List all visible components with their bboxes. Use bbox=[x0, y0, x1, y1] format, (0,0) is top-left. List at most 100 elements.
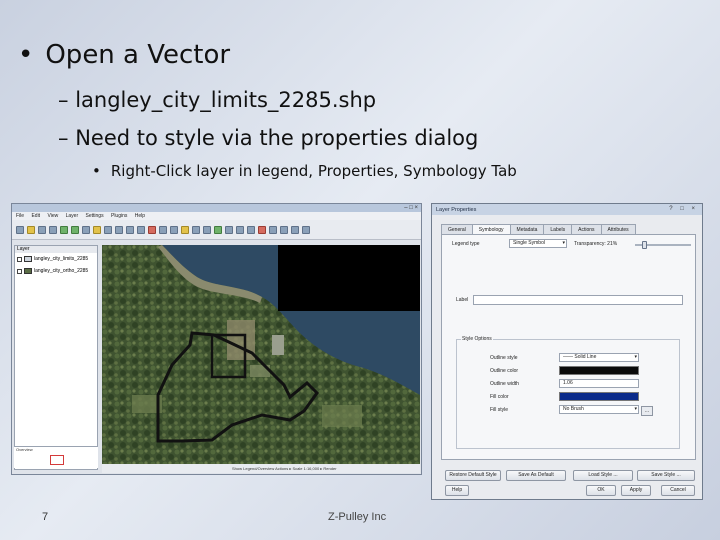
fill-color-label: Fill color bbox=[490, 394, 509, 400]
chevron-down-icon: ▾ bbox=[562, 240, 565, 246]
style-options-label: Style Options bbox=[461, 336, 493, 342]
overview-extent-box bbox=[50, 455, 64, 465]
bullet-level1: • Open a Vector bbox=[18, 40, 230, 70]
overview-header: Overview bbox=[16, 447, 33, 452]
edit-icon[interactable] bbox=[214, 225, 222, 234]
window-controls-icon[interactable]: ? □ × bbox=[669, 204, 698, 215]
map-tips-icon[interactable] bbox=[181, 225, 189, 234]
transparency-label: Transparency: 21% bbox=[574, 241, 618, 247]
tab-general[interactable]: General bbox=[441, 224, 473, 234]
bullet-level2: – Need to style via the properties dialo… bbox=[58, 126, 478, 150]
transparency-slider[interactable] bbox=[635, 241, 691, 249]
slider-handle[interactable] bbox=[642, 241, 647, 249]
restore-default-style-button[interactable]: Restore Default Style bbox=[445, 470, 501, 481]
fill-color-button[interactable] bbox=[559, 392, 639, 401]
menu-settings[interactable]: Settings bbox=[86, 213, 104, 219]
delete-icon[interactable] bbox=[258, 225, 266, 234]
legend-header: Layer bbox=[15, 246, 97, 253]
slide-footer: Z-Pulley Inc bbox=[328, 511, 387, 523]
layer-label: langley_city_limits_2285 bbox=[34, 256, 89, 262]
layer-visibility-checkbox[interactable] bbox=[17, 256, 22, 262]
fill-style-label: Fill style bbox=[490, 407, 509, 413]
capture-line-icon[interactable] bbox=[236, 225, 244, 234]
tab-labels[interactable]: Labels bbox=[543, 224, 573, 234]
outline-color-label: Outline color bbox=[490, 368, 519, 374]
print-icon[interactable] bbox=[49, 225, 57, 234]
outline-style-select[interactable]: —— Solid Line ▾ bbox=[559, 353, 639, 362]
add-raster-icon[interactable] bbox=[71, 225, 79, 234]
menu-view[interactable]: View bbox=[47, 213, 58, 219]
bullet-text: Need to style via the properties dialog bbox=[75, 126, 479, 150]
zoom-out-icon[interactable] bbox=[115, 225, 123, 234]
load-style-button[interactable]: Load Style ... bbox=[573, 470, 633, 481]
chevron-down-icon: ▾ bbox=[634, 406, 637, 412]
zoom-layer-icon[interactable] bbox=[137, 225, 145, 234]
bookmark-icon[interactable] bbox=[192, 225, 200, 234]
tab-actions[interactable]: Actions bbox=[571, 224, 602, 234]
bullet-text: Open a Vector bbox=[45, 40, 231, 70]
save-style-button[interactable]: Save Style ... bbox=[637, 470, 695, 481]
capture-point-icon[interactable] bbox=[225, 225, 233, 234]
label-input[interactable] bbox=[473, 295, 683, 305]
dialog-title: Layer Properties bbox=[436, 206, 477, 213]
menu-file[interactable]: File bbox=[16, 213, 24, 219]
tab-metadata[interactable]: Metadata bbox=[509, 224, 545, 234]
measure-icon[interactable] bbox=[170, 225, 178, 234]
fill-style-more-button[interactable]: ... bbox=[641, 406, 653, 416]
add-layer-icon[interactable] bbox=[82, 225, 90, 234]
bullet-text: langley_city_limits_2285.shp bbox=[75, 88, 377, 112]
fill-style-select[interactable]: No Brush ▾ bbox=[559, 405, 639, 414]
ok-button[interactable]: OK bbox=[586, 485, 616, 496]
help-button[interactable]: Help bbox=[445, 485, 469, 496]
legend-type-select[interactable]: Single Symbol ▾ bbox=[509, 239, 567, 248]
zoom-full-icon[interactable] bbox=[126, 225, 134, 234]
pan-icon[interactable] bbox=[93, 225, 101, 234]
menu-help[interactable]: Help bbox=[135, 213, 145, 219]
chevron-down-icon: ▾ bbox=[634, 354, 637, 360]
outline-width-spinbox[interactable]: 1.06 bbox=[559, 379, 639, 388]
legend-layer-city-limits[interactable]: langley_city_limits_2285 bbox=[15, 253, 97, 265]
add-vector-icon[interactable] bbox=[60, 225, 68, 234]
layer-symbol-swatch bbox=[24, 268, 32, 274]
paste-icon[interactable] bbox=[291, 225, 299, 234]
tab-symbology[interactable]: Symbology bbox=[471, 224, 511, 234]
outline-color-button[interactable] bbox=[559, 366, 639, 375]
bullet-dash: – bbox=[58, 126, 69, 150]
menu-plugins[interactable]: Plugins bbox=[111, 213, 127, 219]
menu-layer[interactable]: Layer bbox=[66, 213, 79, 219]
window-controls-icon[interactable]: – □ × bbox=[404, 204, 418, 212]
cancel-button[interactable]: Cancel bbox=[661, 485, 695, 496]
menu-edit[interactable]: Edit bbox=[31, 213, 40, 219]
apply-button[interactable]: Apply bbox=[621, 485, 651, 496]
save-project-icon[interactable] bbox=[38, 225, 46, 234]
bullet-level2: – langley_city_limits_2285.shp bbox=[58, 88, 376, 112]
layer-symbol-swatch bbox=[24, 256, 32, 262]
new-project-icon[interactable] bbox=[16, 225, 24, 234]
legend-layer-ortho[interactable]: langley_city_ortho_2285 bbox=[15, 265, 97, 277]
label-field-label: Label bbox=[456, 297, 469, 303]
qgis-window: – □ × File Edit View Layer Settings Plug… bbox=[11, 203, 422, 475]
legend-header-label: Layer bbox=[17, 246, 30, 252]
outline-style-label: Outline style bbox=[490, 355, 518, 361]
select-icon[interactable] bbox=[159, 225, 167, 234]
open-project-icon[interactable] bbox=[27, 225, 35, 234]
dialog-titlebar: Layer Properties ? □ × bbox=[432, 204, 702, 215]
save-as-default-button[interactable]: Save As Default bbox=[506, 470, 566, 481]
layer-label: langley_city_ortho_2285 bbox=[34, 268, 89, 274]
outline-width-label: Outline width bbox=[490, 381, 519, 387]
zoom-in-icon[interactable] bbox=[104, 225, 112, 234]
bullet-dot: • bbox=[92, 162, 101, 180]
identify-icon[interactable] bbox=[148, 225, 156, 234]
tab-attributes[interactable]: Attributes bbox=[600, 224, 636, 234]
capture-polygon-icon[interactable] bbox=[247, 225, 255, 234]
fill-style-value: No Brush bbox=[563, 406, 584, 412]
bullet-text: Right-Click layer in legend, Properties,… bbox=[110, 162, 517, 180]
help-icon[interactable] bbox=[302, 225, 310, 234]
layer-visibility-checkbox[interactable] bbox=[17, 268, 22, 274]
refresh-icon[interactable] bbox=[203, 225, 211, 234]
symbology-panel: Legend type Single Symbol ▾ Transparency:… bbox=[441, 234, 696, 460]
cut-icon[interactable] bbox=[269, 225, 277, 234]
map-canvas[interactable] bbox=[102, 245, 420, 465]
qgis-titlebar: – □ × bbox=[12, 204, 421, 212]
copy-icon[interactable] bbox=[280, 225, 288, 234]
